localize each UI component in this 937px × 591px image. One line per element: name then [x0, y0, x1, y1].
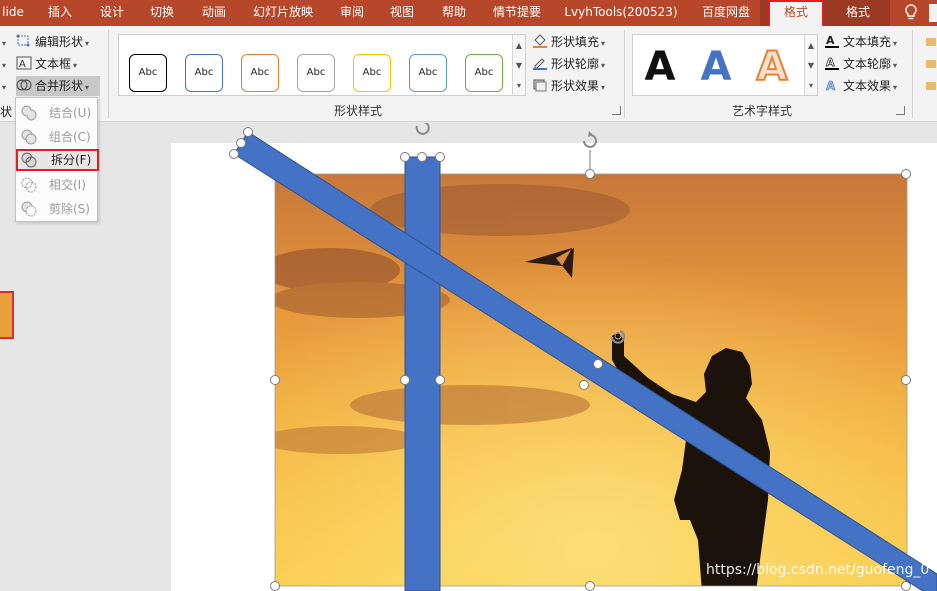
ribbon-tab-bar: lide 插入 设计 切换 动画 幻灯片放映 审阅 视图 帮助 情节提要 Lvy…: [0, 0, 937, 28]
svg-text:A: A: [19, 59, 26, 70]
shape-gallery-scroll[interactable]: ▾: [0, 54, 12, 74]
wordart-more-icon[interactable]: ▾: [805, 75, 817, 97]
vertical-blue-rectangle[interactable]: [400, 123, 445, 591]
shape-gallery-edge[interactable]: ▾: [0, 32, 12, 52]
gallery-scroll-down-icon[interactable]: ▼: [513, 55, 525, 77]
tell-me-box-edge[interactable]: [929, 4, 937, 22]
group-divider: [624, 30, 625, 118]
wordart-styles-launcher-icon[interactable]: [896, 106, 905, 115]
shape-styles-launcher-icon[interactable]: [612, 106, 621, 115]
shape-outline-button[interactable]: 形状轮廓 ▾: [532, 54, 605, 74]
shape-style-preset[interactable]: Abc: [465, 54, 503, 92]
text-fill-icon: A: [824, 34, 840, 48]
tab-insert[interactable]: 插入: [38, 0, 82, 26]
paint-bucket-icon: [532, 34, 548, 48]
wordart-style-orange-outline[interactable]: A: [749, 44, 795, 90]
wordart-scroll-down-icon[interactable]: ▼: [805, 55, 817, 77]
bar-rotate-handle-icon[interactable]: [415, 123, 430, 135]
wordart-style-black[interactable]: A: [637, 45, 683, 89]
gallery-scrollbar: ▲ ▼ ▾: [512, 35, 525, 95]
tab-review[interactable]: 审阅: [330, 0, 374, 26]
tab-animations[interactable]: 动画: [192, 0, 236, 26]
gallery-scroll-up-icon[interactable]: ▲: [513, 35, 525, 57]
menu-item-intersect[interactable]: 相交(I): [16, 174, 99, 196]
tab-slideshow[interactable]: 幻灯片放映: [246, 0, 320, 26]
combine-icon: [21, 129, 37, 145]
tab-view[interactable]: 视图: [380, 0, 424, 26]
shape-style-preset[interactable]: Abc: [409, 54, 447, 92]
slide-content: [229, 123, 937, 591]
insert-shapes-group-label: 状: [0, 105, 13, 119]
tab-design[interactable]: 设计: [90, 0, 134, 26]
shape-styles-gallery: Abc Abc Abc Abc Abc Abc Abc ▲ ▼ ▾: [118, 34, 526, 96]
shape-effects-icon: [532, 78, 548, 92]
text-box-icon: A: [16, 56, 32, 70]
subtract-icon: [21, 201, 37, 217]
union-icon: [21, 105, 37, 121]
ribbon-body: ▾ 编辑形状 ▾ ▾ A 文本框 ▾ ▾ 合并形状 ▾ 状 Abc Abc Abc Ab…: [0, 26, 937, 122]
merge-shapes-button[interactable]: 合并形状 ▾: [16, 76, 100, 96]
shape-style-preset[interactable]: Abc: [185, 54, 223, 92]
wordart-scrollbar: ▲ ▼ ▾: [804, 35, 817, 95]
svg-text:A: A: [826, 34, 835, 47]
tab-lvyhtools[interactable]: LvyhTools(200523): [558, 0, 684, 26]
shape-style-preset[interactable]: Abc: [241, 54, 279, 92]
group-divider: [912, 30, 913, 118]
menu-item-fragment[interactable]: 拆分(F): [16, 149, 99, 171]
intersect-icon: [21, 177, 37, 193]
menu-item-subtract[interactable]: 剪除(S): [16, 198, 99, 220]
wordart-style-blue[interactable]: A: [693, 45, 739, 89]
shape-gallery-more[interactable]: ▾: [0, 76, 12, 96]
text-effects-button[interactable]: A 文本效果 ▾: [824, 76, 897, 96]
wordart-styles-group-label: 艺术字样式: [731, 104, 792, 118]
tab-slide[interactable]: lide: [0, 0, 26, 26]
shape-styles-group-label: 形状样式: [333, 104, 382, 118]
menu-item-combine[interactable]: 组合(C): [16, 126, 99, 148]
arrange-group-edge[interactable]: [924, 36, 936, 96]
tab-format-shape[interactable]: 格式: [834, 0, 882, 26]
tab-baidu-netdisk[interactable]: 百度网盘: [692, 0, 760, 26]
edit-shape-icon: [16, 34, 32, 48]
text-fill-button[interactable]: A 文本填充 ▾: [824, 32, 897, 52]
menu-item-union[interactable]: 结合(U): [16, 102, 99, 124]
shape-style-preset[interactable]: Abc: [297, 54, 335, 92]
wordart-scroll-up-icon[interactable]: ▲: [805, 35, 817, 57]
wordart-styles-gallery: A A A ▲ ▼ ▾: [632, 34, 818, 96]
rotate-handle-icon[interactable]: [583, 131, 597, 170]
edit-shape-button[interactable]: 编辑形状 ▾: [16, 32, 89, 52]
text-outline-icon: A: [824, 56, 840, 70]
merge-shapes-menu: 结合(U) 组合(C) 拆分(F) 相交(I) 剪除(S): [15, 97, 99, 222]
shape-effects-button[interactable]: 形状效果 ▾: [532, 76, 605, 96]
group-divider: [108, 30, 109, 118]
shape-style-preset[interactable]: Abc: [129, 54, 167, 92]
gallery-more-icon[interactable]: ▾: [513, 75, 525, 97]
fragment-icon: [21, 152, 37, 168]
merge-shapes-icon: [16, 78, 32, 92]
tab-format-picture[interactable]: 格式: [768, 0, 824, 28]
tab-help[interactable]: 帮助: [432, 0, 476, 26]
text-box-button[interactable]: A 文本框 ▾: [16, 54, 77, 74]
shape-style-preset[interactable]: Abc: [353, 54, 391, 92]
svg-text:A: A: [826, 56, 835, 69]
svg-text:A: A: [826, 79, 836, 92]
watermark-text: https://blog.csdn.net/guofeng_0: [706, 562, 930, 578]
text-effects-icon: A: [824, 78, 840, 92]
text-outline-button[interactable]: A 文本轮廓 ▾: [824, 54, 897, 74]
shape-fill-button[interactable]: 形状填充 ▾: [532, 32, 605, 52]
pen-outline-icon: [532, 56, 548, 70]
tab-transitions[interactable]: 切换: [140, 0, 184, 26]
lightbulb-icon[interactable]: [903, 4, 919, 22]
tab-storyboard[interactable]: 情节提要: [486, 0, 548, 26]
